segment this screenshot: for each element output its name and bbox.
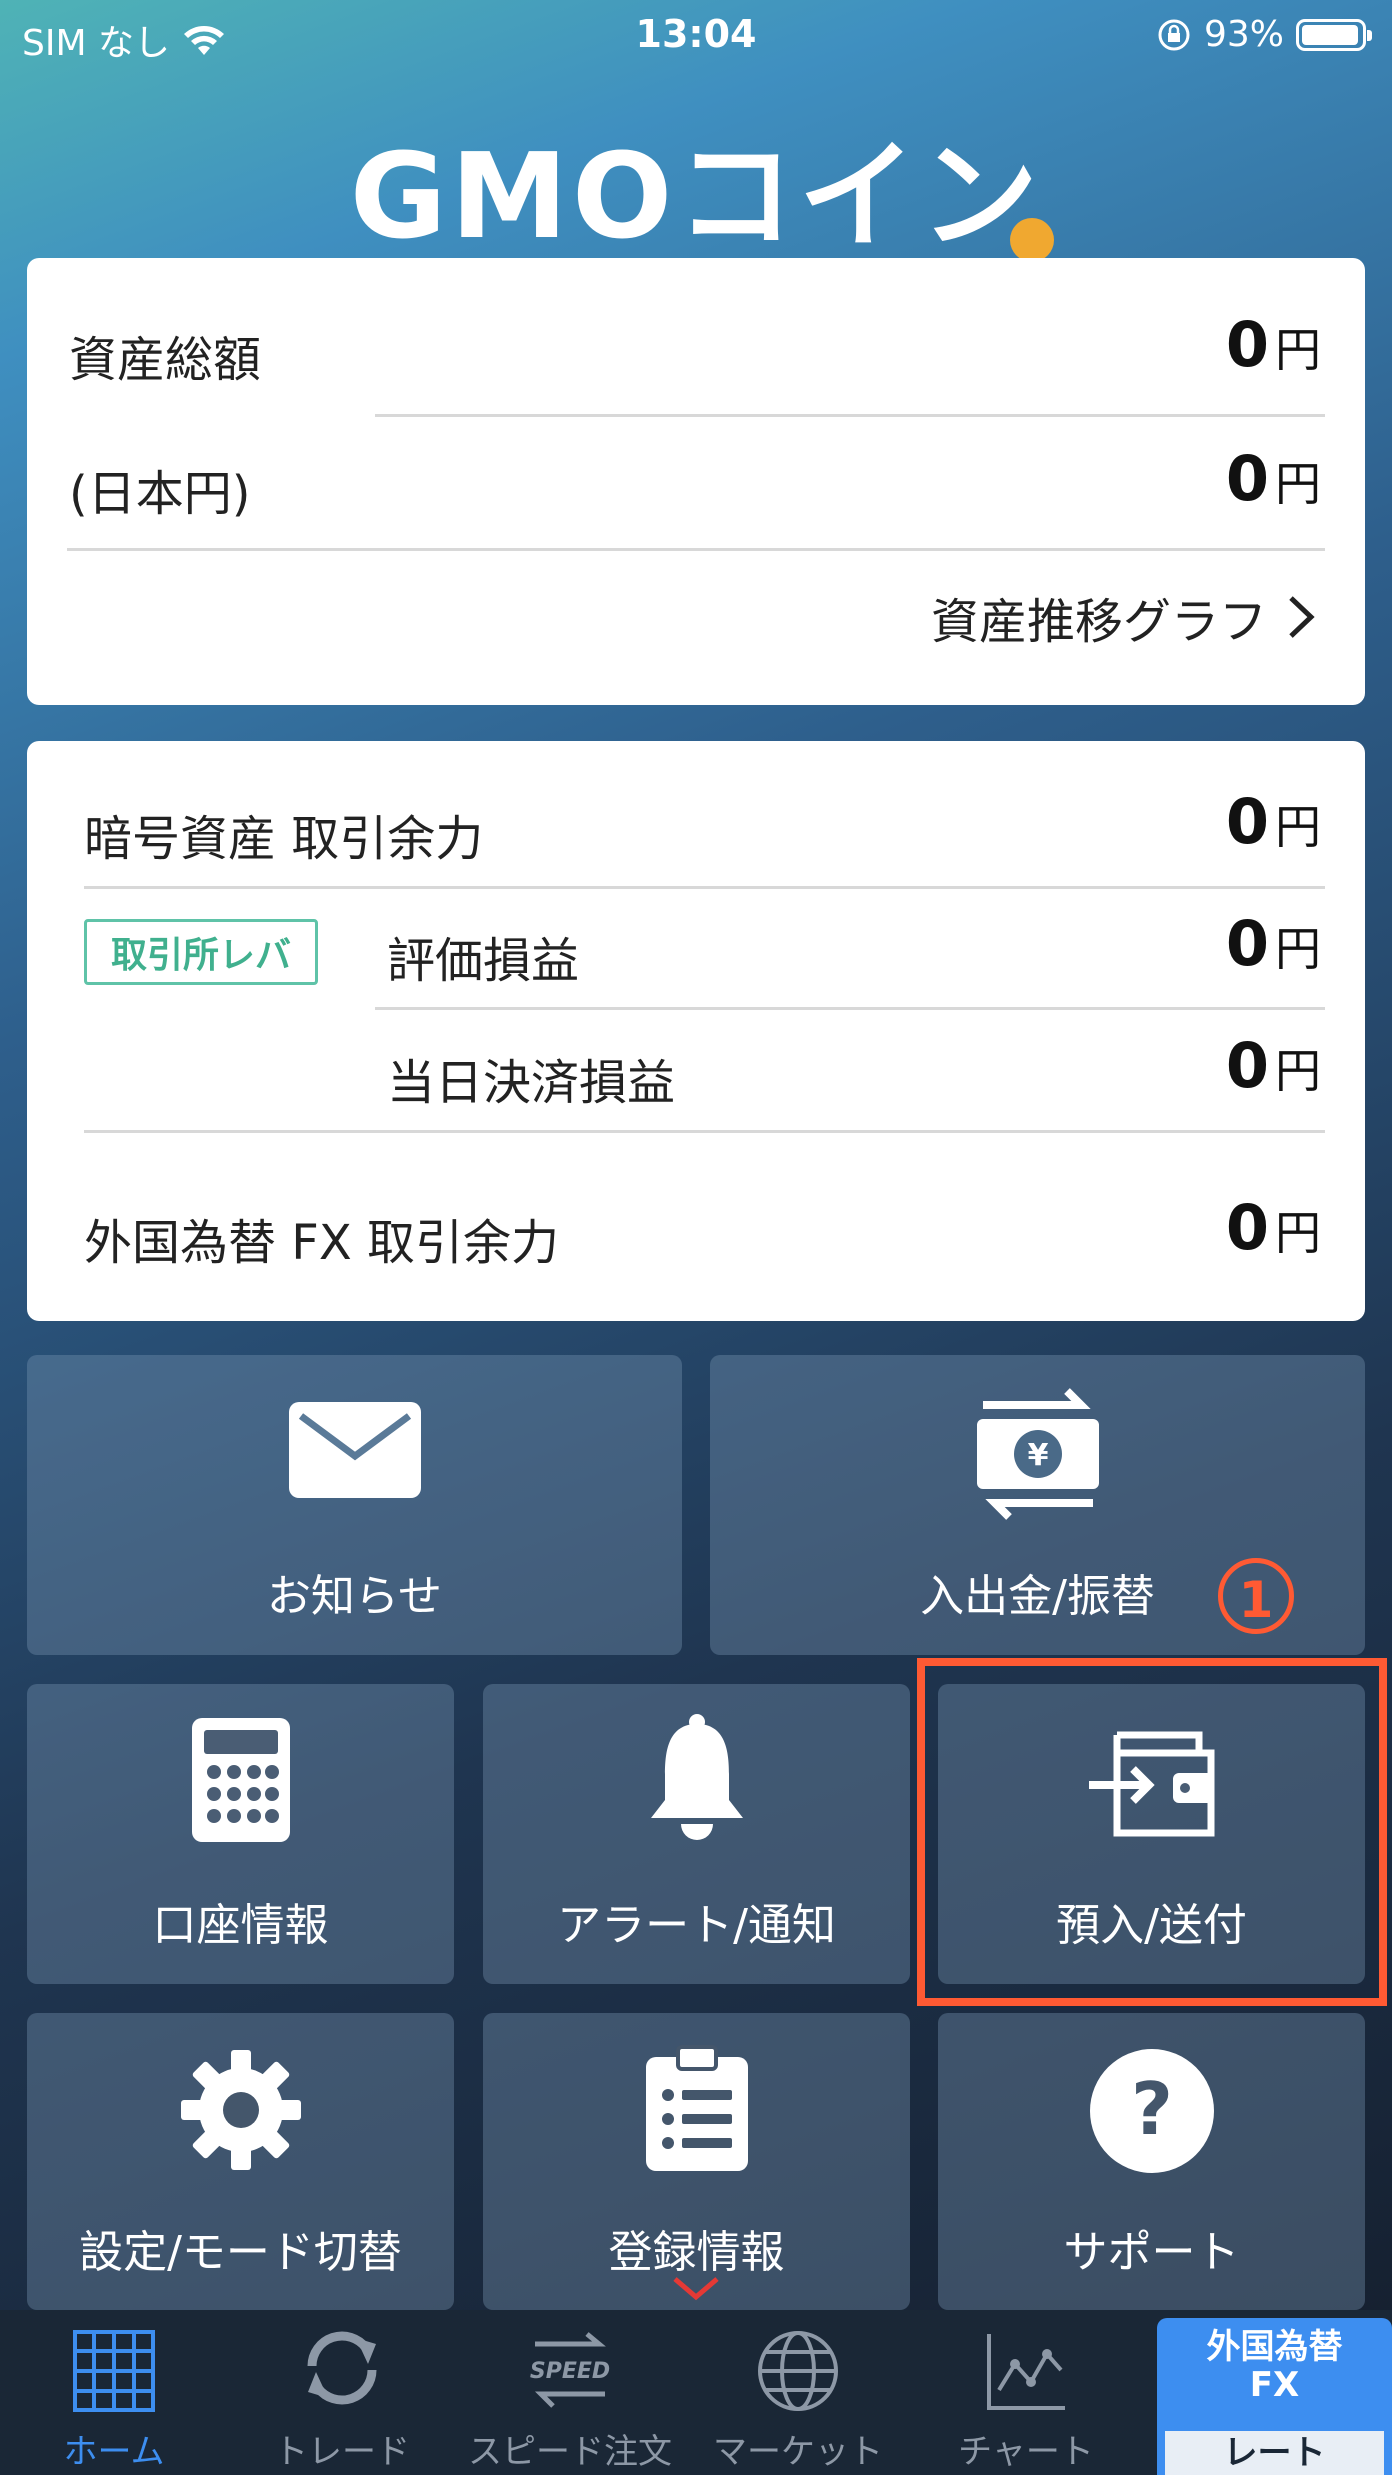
crypto-margin-value: 0円	[1226, 785, 1321, 858]
tab-market[interactable]: マーケット	[684, 2310, 912, 2475]
tab-chart[interactable]: チャート	[912, 2310, 1140, 2475]
yen-unit: 円	[1275, 323, 1321, 377]
refresh-icon	[307, 2331, 377, 2405]
tab-trade-label: トレード	[274, 2432, 410, 2472]
battery-percent: 93%	[1203, 14, 1284, 55]
jpy-value: 0円	[1226, 442, 1321, 515]
divider	[375, 414, 1325, 417]
fx-rate-title: 外国為替 FX	[1157, 2328, 1392, 2404]
calculator-icon	[191, 1718, 290, 1842]
notice-label: お知らせ	[266, 1571, 443, 1622]
app-logo: GMOコイン	[0, 100, 1392, 265]
speed-icon: SPEED	[530, 2332, 610, 2408]
valuation-value: 0円	[1226, 907, 1321, 980]
asset-summary-card: 資産総額 0円 (日本円) 0円 資産推移グラフ	[27, 258, 1365, 705]
valuation-label: 評価損益	[387, 933, 580, 989]
step-number-badge: 1	[1218, 1558, 1294, 1634]
tab-chart-label: チャート	[958, 2432, 1094, 2472]
fx-rate-title-line2: FX	[1249, 2365, 1300, 2405]
daily-settlement-number: 0	[1225, 1029, 1269, 1102]
tab-home-label: ホーム	[63, 2432, 165, 2472]
yen-unit: 円	[1275, 1206, 1321, 1260]
fx-rate-label: レート	[1165, 2431, 1384, 2475]
tab-market-label: マーケット	[713, 2432, 883, 2472]
svg-text:?: ?	[1131, 2067, 1173, 2151]
divider	[84, 886, 1325, 889]
jpy-number: 0	[1225, 442, 1269, 515]
exchange-leverage-badge: 取引所レバ	[84, 919, 319, 985]
crypto-margin-label: 暗号資産 取引余力	[84, 811, 484, 867]
fx-rate-button[interactable]: 外国為替 FX レート	[1157, 2318, 1392, 2475]
account-info-label: 口座情報	[152, 1900, 329, 1951]
status-right: 93%	[1156, 14, 1372, 55]
settings-label: 設定/モード切替	[79, 2227, 402, 2278]
daily-settlement-value: 0円	[1226, 1029, 1321, 1102]
notice-button[interactable]: お知らせ	[27, 1355, 682, 1655]
line-chart-icon	[987, 2334, 1065, 2410]
total-assets-number: 0	[1225, 308, 1269, 381]
divider	[375, 1007, 1325, 1010]
money-exchange-icon: ¥	[976, 1388, 1099, 1520]
registration-button[interactable]: 登録情報	[483, 2013, 910, 2310]
divider	[67, 548, 1325, 551]
total-assets-value: 0円	[1226, 308, 1321, 381]
yen-unit: 円	[1275, 1044, 1321, 1098]
help-icon: ?	[1089, 2049, 1214, 2173]
grid-icon	[73, 2330, 155, 2412]
asset-graph-link-label: 資産推移グラフ	[930, 594, 1267, 650]
fx-margin-number: 0	[1225, 1191, 1269, 1264]
status-bar: SIM なし 13:04 93%	[0, 0, 1392, 70]
chevron-right-icon	[1289, 596, 1315, 638]
bell-icon	[650, 1714, 743, 1840]
settings-button[interactable]: 設定/モード切替	[27, 2013, 454, 2310]
trading-margin-card: 暗号資産 取引余力 0円 取引所レバ 評価損益 0円 当日決済損益 0円 外国為…	[27, 741, 1365, 1321]
tab-speed-order[interactable]: SPEED スピード注文	[456, 2310, 684, 2475]
support-label: サポート	[1063, 2227, 1240, 2278]
yen-unit: 円	[1275, 800, 1321, 854]
tab-trade[interactable]: トレード	[228, 2310, 456, 2475]
asset-graph-link[interactable]: 資産推移グラフ	[931, 582, 1315, 652]
logo-dot	[1010, 218, 1054, 262]
speed-icon-text: SPEED	[530, 2359, 610, 2384]
crypto-margin-number: 0	[1225, 785, 1269, 858]
yen-unit: 円	[1275, 922, 1321, 976]
clipboard-list-icon	[645, 2045, 748, 2171]
fx-margin-label: 外国為替 FX 取引余力	[84, 1215, 560, 1271]
svg-text:¥: ¥	[1027, 1438, 1048, 1473]
globe-icon	[758, 2331, 838, 2411]
chevron-down-icon	[673, 2277, 719, 2301]
daily-settlement-label: 当日決済損益	[387, 1055, 676, 1111]
tab-speed-order-label: スピード注文	[468, 2432, 672, 2472]
total-assets-label: 資産総額	[69, 332, 262, 388]
fx-margin-value: 0円	[1226, 1191, 1321, 1264]
support-button[interactable]: ? サポート	[938, 2013, 1365, 2310]
account-info-button[interactable]: 口座情報	[27, 1684, 454, 1984]
registration-label: 登録情報	[608, 2227, 785, 2278]
rotation-lock-icon	[1158, 19, 1190, 50]
jpy-label: (日本円)	[69, 466, 251, 522]
alert-button[interactable]: アラート/通知	[483, 1684, 910, 1984]
alert-label: アラート/通知	[557, 1900, 836, 1951]
mail-icon	[288, 1402, 421, 1498]
yen-unit: 円	[1275, 457, 1321, 511]
divider	[84, 1130, 1325, 1133]
tab-home[interactable]: ホーム	[0, 2310, 228, 2475]
transfer-highlight-box	[917, 1658, 1387, 2006]
fx-rate-title-line1: 外国為替	[1206, 2327, 1343, 2367]
logo-text: GMOコイン	[349, 127, 1043, 265]
gear-icon	[180, 2050, 301, 2170]
valuation-number: 0	[1225, 907, 1269, 980]
battery-icon	[1296, 18, 1372, 51]
